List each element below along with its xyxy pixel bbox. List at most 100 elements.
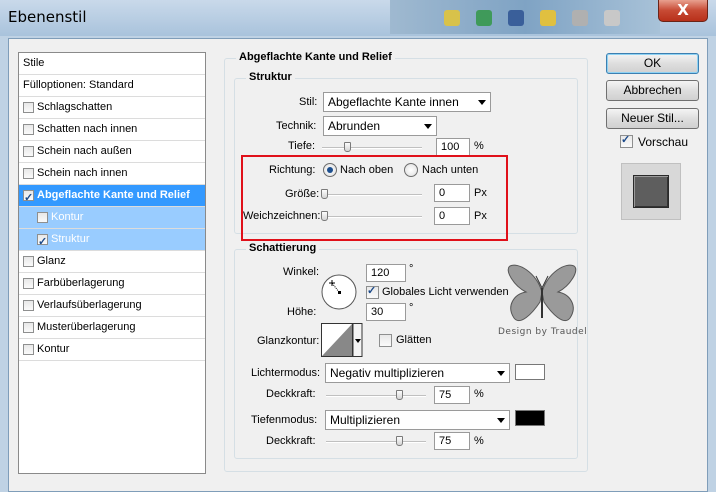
shadow-color-swatch[interactable] — [515, 410, 545, 426]
list-item-label: Schein nach außen — [37, 145, 132, 157]
list-item-label: Verlaufsüberlagerung — [37, 299, 142, 311]
angle-dial[interactable] — [320, 273, 358, 311]
shadow-mode-value: Multiplizieren — [330, 413, 401, 427]
list-item-gradient-overlay[interactable]: Verlaufsüberlagerung — [19, 295, 205, 317]
checkbox[interactable] — [23, 256, 34, 267]
shadow-opacity-unit: % — [474, 435, 484, 447]
background-app-icon — [508, 10, 524, 26]
gloss-contour-label: Glanzkontur: — [257, 335, 320, 347]
ok-button[interactable]: OK — [606, 53, 699, 74]
highlight-opacity-label: Deckkraft: — [266, 388, 316, 400]
background-app-icon — [476, 10, 492, 26]
depth-slider-handle[interactable] — [344, 142, 351, 152]
angle-label: Winkel: — [283, 266, 320, 278]
style-value: Abgeflachte Kante innen — [328, 95, 459, 109]
altitude-input[interactable]: 30 — [366, 303, 406, 321]
list-item-label: Farbüberlagerung — [37, 277, 125, 289]
list-item-label: Musterüberlagerung — [37, 321, 136, 333]
highlight-opacity-track[interactable] — [326, 395, 426, 397]
gloss-contour-picker[interactable] — [321, 323, 363, 357]
preview-label[interactable]: Vorschau — [638, 135, 688, 149]
shadow-opacity-track[interactable] — [326, 441, 426, 443]
shadow-mode-dropdown[interactable]: Multiplizieren — [325, 410, 510, 430]
checkbox[interactable] — [23, 278, 34, 289]
list-item-contour[interactable]: Kontur — [19, 207, 205, 229]
highlight-annotation-box — [241, 155, 508, 241]
highlight-color-swatch[interactable] — [515, 364, 545, 380]
highlight-opacity-unit: % — [474, 388, 484, 400]
highlight-opacity-handle[interactable] — [396, 390, 403, 400]
checkbox[interactable] — [37, 212, 48, 223]
styles-header[interactable]: Stile — [19, 53, 205, 75]
list-item-inner-shadow[interactable]: Schatten nach innen — [19, 119, 205, 141]
shadow-opacity-handle[interactable] — [396, 436, 403, 446]
chevron-down-icon — [424, 124, 432, 129]
checkbox[interactable] — [37, 232, 48, 253]
checkbox[interactable] — [23, 188, 34, 209]
title-bar — [0, 0, 716, 36]
technique-dropdown[interactable]: Abrunden — [323, 116, 437, 136]
highlight-opacity-input[interactable]: 75 — [434, 386, 470, 404]
list-item-label: Schein nach innen — [37, 167, 128, 179]
bevel-emboss-title: Abgeflachte Kante und Relief — [236, 51, 395, 63]
list-item-label: Kontur — [37, 343, 70, 355]
list-item-drop-shadow[interactable]: Schlagschatten — [19, 97, 205, 119]
style-preview-swatch — [633, 175, 669, 208]
list-item-label: Schatten nach innen — [37, 123, 138, 135]
checkbox[interactable] — [23, 344, 34, 355]
background-app-icon — [572, 10, 588, 26]
list-item-label: Struktur — [51, 233, 90, 245]
preview-checkbox[interactable] — [620, 133, 633, 148]
angle-input[interactable]: 120 — [366, 264, 406, 282]
highlight-mode-value: Negativ multiplizieren — [330, 366, 445, 380]
list-item-label: Glanz — [37, 255, 66, 267]
checkbox[interactable] — [23, 124, 34, 135]
depth-unit: % — [474, 140, 484, 152]
antialias-label[interactable]: Glätten — [396, 334, 431, 346]
style-label: Stil: — [299, 96, 318, 108]
depth-slider-track[interactable] — [322, 147, 422, 149]
list-item-outer-glow[interactable]: Schein nach außen — [19, 141, 205, 163]
depth-label: Tiefe: — [288, 140, 316, 152]
close-button[interactable]: X — [658, 0, 708, 22]
highlight-mode-dropdown[interactable]: Negativ multiplizieren — [325, 363, 510, 383]
list-item-bevel-emboss[interactable]: Abgeflachte Kante und Relief — [19, 185, 205, 209]
antialias-checkbox[interactable] — [379, 334, 392, 347]
global-light-label[interactable]: Globales Licht verwenden — [382, 286, 509, 298]
global-light-checkbox[interactable] — [366, 284, 379, 299]
list-item-color-overlay[interactable]: Farbüberlagerung — [19, 273, 205, 295]
checkbox[interactable] — [23, 168, 34, 179]
list-item-texture[interactable]: Struktur — [19, 229, 205, 253]
list-item-inner-glow[interactable]: Schein nach innen — [19, 163, 205, 185]
checkbox[interactable] — [23, 322, 34, 333]
list-item-satin[interactable]: Glanz — [19, 251, 205, 273]
structure-title: Struktur — [246, 71, 295, 83]
list-item-pattern-overlay[interactable]: Musterüberlagerung — [19, 317, 205, 339]
shadow-opacity-input[interactable]: 75 — [434, 432, 470, 450]
checkbox[interactable] — [23, 300, 34, 311]
angle-unit: ° — [409, 263, 414, 275]
checkbox[interactable] — [23, 102, 34, 113]
technique-label: Technik: — [276, 120, 317, 132]
background-app-icon — [540, 10, 556, 26]
new-style-button[interactable]: Neuer Stil... — [606, 108, 699, 129]
cancel-button[interactable]: Abbrechen — [606, 80, 699, 101]
chevron-down-icon — [497, 371, 505, 376]
technique-value: Abrunden — [328, 119, 381, 133]
list-item-stroke[interactable]: Kontur — [19, 339, 205, 361]
list-item-label: Abgeflachte Kante und Relief — [37, 189, 190, 201]
close-icon: X — [677, 1, 689, 19]
chevron-down-icon — [497, 418, 505, 423]
highlight-mode-label: Lichtermodus: — [251, 367, 321, 379]
style-dropdown[interactable]: Abgeflachte Kante innen — [323, 92, 491, 112]
blend-options-item[interactable]: Fülloptionen: Standard — [19, 75, 205, 97]
checkbox[interactable] — [23, 146, 34, 157]
depth-input[interactable]: 100 — [436, 138, 470, 156]
altitude-unit: ° — [409, 302, 414, 314]
background-app-icon — [444, 10, 460, 26]
list-item-label: Schlagschatten — [37, 101, 113, 113]
window-title: Ebenenstil — [8, 8, 87, 26]
background-app-icon — [604, 10, 620, 26]
shading-title: Schattierung — [246, 242, 320, 254]
shadow-mode-label: Tiefenmodus: — [251, 414, 318, 426]
